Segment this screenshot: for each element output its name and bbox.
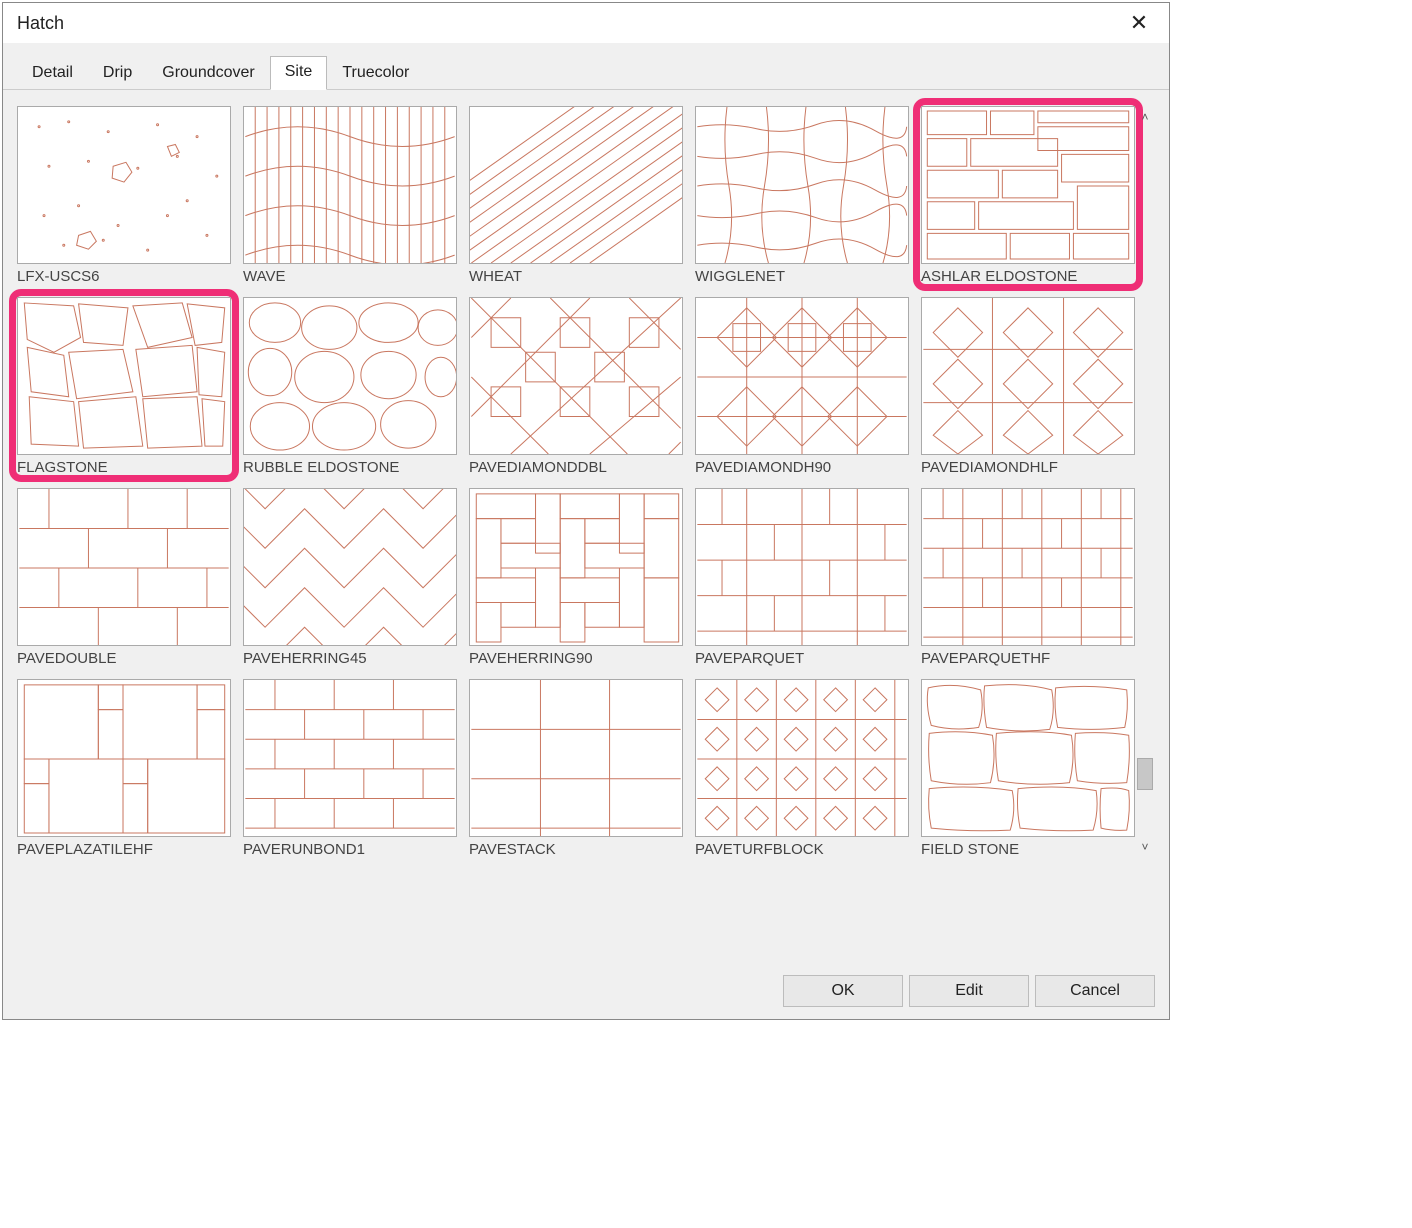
swatch-cell[interactable]: WHEAT [469, 106, 683, 285]
swatch-label: PAVEPARQUET [695, 646, 909, 667]
swatch-label: PAVEHERRING45 [243, 646, 457, 667]
swatch-preview [921, 679, 1135, 837]
swatch-preview [469, 297, 683, 455]
swatch-cell[interactable]: WIGGLENET [695, 106, 909, 285]
swatch-cell[interactable]: PAVEPARQUETHF [921, 488, 1135, 667]
edit-button[interactable]: Edit [909, 975, 1029, 1007]
swatch-cell[interactable]: RUBBLE ELDOSTONE [243, 297, 457, 476]
swatch-label: PAVEDIAMONDDBL [469, 455, 683, 476]
swatch-preview [921, 297, 1135, 455]
swatch-preview [469, 488, 683, 646]
swatch-label: PAVEDIAMONDHLF [921, 455, 1135, 476]
swatch-cell[interactable]: PAVETURFBLOCK [695, 679, 909, 858]
swatch-label: PAVERUNBOND1 [243, 837, 457, 858]
tab-truecolor[interactable]: Truecolor [327, 57, 424, 90]
scroll-thumb[interactable] [1137, 758, 1153, 790]
cancel-button[interactable]: Cancel [1035, 975, 1155, 1007]
ok-button[interactable]: OK [783, 975, 903, 1007]
swatch-label: PAVEPARQUETHF [921, 646, 1135, 667]
swatch-grid: LFX-USCS6 WAVE [17, 106, 1135, 858]
swatch-label: PAVETURFBLOCK [695, 837, 909, 858]
swatch-preview [17, 297, 231, 455]
swatch-preview [243, 488, 457, 646]
swatch-cell[interactable]: FIELD STONE [921, 679, 1135, 858]
swatch-preview [243, 679, 457, 837]
swatch-preview [695, 488, 909, 646]
swatch-label: WIGGLENET [695, 264, 909, 285]
swatch-preview [695, 106, 909, 264]
swatch-preview [469, 679, 683, 837]
content-area: LFX-USCS6 WAVE [3, 90, 1169, 969]
swatch-label: WHEAT [469, 264, 683, 285]
swatch-preview [469, 106, 683, 264]
swatch-label: PAVEDOUBLE [17, 646, 231, 667]
swatch-preview [17, 106, 231, 264]
swatch-preview [921, 106, 1135, 264]
swatch-cell[interactable]: PAVESTACK [469, 679, 683, 858]
swatch-label: PAVEPLAZATILEHF [17, 837, 231, 858]
close-button[interactable]: ✕ [1119, 3, 1159, 43]
swatch-cell[interactable]: PAVERUNBOND1 [243, 679, 457, 858]
swatch-label: FLAGSTONE [17, 455, 231, 476]
scrollbar[interactable]: ˄ ˅ [1135, 106, 1155, 858]
titlebar: Hatch ✕ [3, 3, 1169, 43]
swatch-label: WAVE [243, 264, 457, 285]
swatch-cell[interactable]: PAVEHERRING45 [243, 488, 457, 667]
swatch-label: ASHLAR ELDOSTONE [921, 264, 1135, 285]
tab-site[interactable]: Site [270, 56, 328, 90]
swatch-cell[interactable]: WAVE [243, 106, 457, 285]
swatch-cell[interactable]: PAVEDIAMONDH90 [695, 297, 909, 476]
swatch-preview [17, 679, 231, 837]
scroll-up-icon[interactable]: ˄ [1138, 110, 1152, 124]
swatch-cell[interactable]: PAVEDOUBLE [17, 488, 231, 667]
swatch-label: RUBBLE ELDOSTONE [243, 455, 457, 476]
swatch-label: LFX-USCS6 [17, 264, 231, 285]
swatch-label: FIELD STONE [921, 837, 1135, 858]
hatch-dialog: Hatch ✕ Detail Drip Groundcover Site Tru… [2, 2, 1170, 1020]
swatch-cell[interactable]: LFX-USCS6 [17, 106, 231, 285]
button-bar: OK Edit Cancel [3, 969, 1169, 1019]
swatch-preview [695, 297, 909, 455]
swatch-label: PAVESTACK [469, 837, 683, 858]
dialog-title: Hatch [17, 13, 64, 34]
swatch-preview [17, 488, 231, 646]
tab-drip[interactable]: Drip [88, 57, 147, 90]
swatch-cell[interactable]: PAVEPLAZATILEHF [17, 679, 231, 858]
scroll-down-icon[interactable]: ˅ [1138, 840, 1152, 854]
tabbar: Detail Drip Groundcover Site Truecolor [3, 43, 1169, 90]
swatch-cell[interactable]: PAVEHERRING90 [469, 488, 683, 667]
swatch-label: PAVEHERRING90 [469, 646, 683, 667]
swatch-cell[interactable]: PAVEPARQUET [695, 488, 909, 667]
swatch-preview [921, 488, 1135, 646]
tab-detail[interactable]: Detail [17, 57, 88, 90]
tab-groundcover[interactable]: Groundcover [147, 57, 270, 90]
swatch-preview [695, 679, 909, 837]
swatch-cell[interactable]: PAVEDIAMONDHLF [921, 297, 1135, 476]
swatch-preview [243, 297, 457, 455]
swatch-cell[interactable]: ASHLAR ELDOSTONE [917, 102, 1139, 287]
swatch-cell[interactable]: FLAGSTONE [13, 293, 235, 478]
swatch-label: PAVEDIAMONDH90 [695, 455, 909, 476]
close-icon: ✕ [1130, 10, 1148, 36]
swatch-cell[interactable]: PAVEDIAMONDDBL [469, 297, 683, 476]
swatch-preview [243, 106, 457, 264]
